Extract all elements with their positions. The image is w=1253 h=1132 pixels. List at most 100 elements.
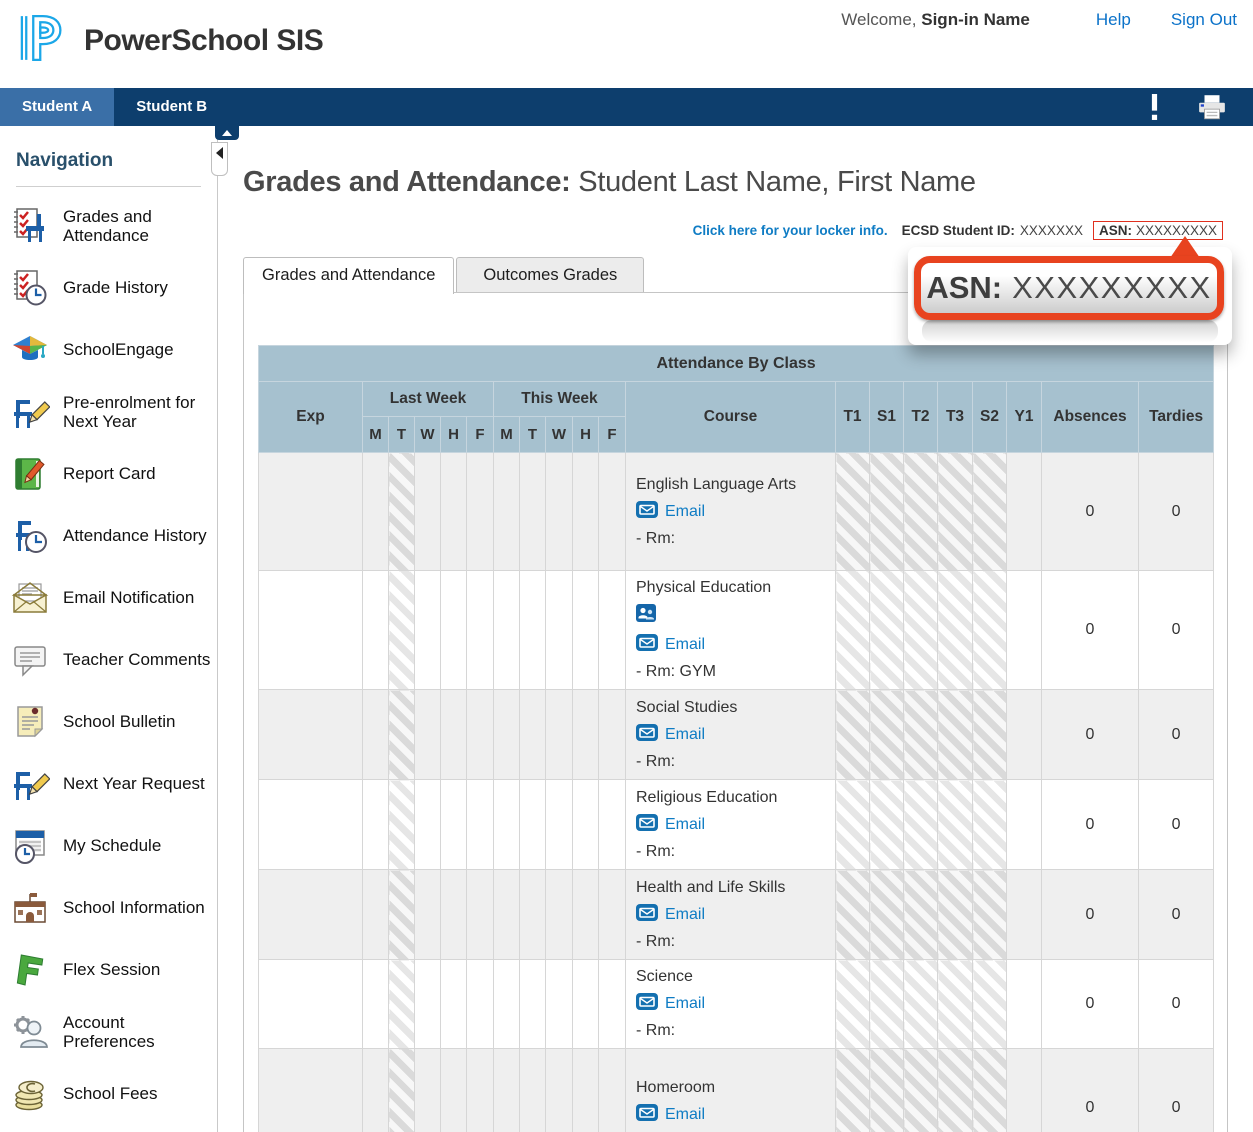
table-row: Homeroom Email - Rm: 0 0 xyxy=(259,1049,1214,1132)
day-cell xyxy=(441,960,467,1049)
sidebar-item-attendance-history[interactable]: Attendance History xyxy=(0,505,217,567)
print-icon[interactable] xyxy=(1197,94,1227,120)
day-cell xyxy=(363,780,389,870)
day-cell xyxy=(389,780,415,870)
sidebar-item-report-card[interactable]: Report Card xyxy=(0,443,217,505)
grade-history-icon xyxy=(10,268,50,308)
absences-value: 0 xyxy=(1042,1049,1139,1132)
sidebar-item-account-preferences[interactable]: Account Preferences xyxy=(0,1001,217,1063)
class-group-icon[interactable] xyxy=(636,604,825,627)
term-cell xyxy=(870,571,904,690)
tardies-value: 0 xyxy=(1139,453,1214,571)
email-teacher-link[interactable]: Email xyxy=(665,995,705,1013)
col-header-t2: T2 xyxy=(904,382,938,453)
room-label: - Rm: xyxy=(636,843,825,861)
day-header: W xyxy=(546,417,573,453)
left-triangle-icon xyxy=(216,147,223,159)
term-cell xyxy=(1007,1049,1042,1132)
student-tabs: Student A Student B xyxy=(0,88,1253,126)
signed-in-user-name: Sign-in Name xyxy=(921,10,1030,29)
day-cell xyxy=(546,960,573,1049)
day-header: M xyxy=(494,417,520,453)
day-cell xyxy=(494,1049,520,1132)
term-cell xyxy=(938,870,973,960)
day-cell xyxy=(599,780,626,870)
term-cell xyxy=(938,690,973,780)
term-cell xyxy=(904,960,938,1049)
collapse-up-arrow-tab[interactable] xyxy=(215,126,239,140)
term-cell xyxy=(1007,453,1042,571)
day-cell xyxy=(546,571,573,690)
email-icon xyxy=(636,1104,658,1126)
day-cell xyxy=(573,960,599,1049)
room-label: - Rm: xyxy=(636,1022,825,1040)
sidebar-item-my-schedule[interactable]: My Schedule xyxy=(0,815,217,877)
email-teacher-link[interactable]: Email xyxy=(665,636,705,654)
navigation-divider xyxy=(16,186,201,187)
col-header-y1: Y1 xyxy=(1007,382,1042,453)
sidebar-item-label: Email Notification xyxy=(63,588,194,607)
email-teacher-link[interactable]: Email xyxy=(665,1106,705,1124)
term-cell xyxy=(938,453,973,571)
day-cell xyxy=(573,870,599,960)
day-cell xyxy=(467,1049,494,1132)
day-cell xyxy=(415,571,441,690)
col-header-t3: T3 xyxy=(938,382,973,453)
table-row: Religious Education Email - Rm: 0 0 xyxy=(259,780,1214,870)
email-teacher-link[interactable]: Email xyxy=(665,816,705,834)
day-cell xyxy=(389,960,415,1049)
sidebar-item-grades-and-attendance[interactable]: Grades and Attendance xyxy=(0,195,217,257)
sidebar-item-school-bulletin[interactable]: School Bulletin xyxy=(0,691,217,753)
sidebar-collapse-handle[interactable] xyxy=(211,142,228,176)
email-teacher-link[interactable]: Email xyxy=(665,906,705,924)
teacher-comments-icon xyxy=(10,640,50,680)
tardies-value: 0 xyxy=(1139,571,1214,690)
tab-outcomes-grades[interactable]: Outcomes Grades xyxy=(456,257,644,292)
student-tab-a[interactable]: Student A xyxy=(0,88,114,126)
col-header-exp: Exp xyxy=(259,382,363,453)
day-cell xyxy=(441,780,467,870)
sidebar-item-grade-history[interactable]: Grade History xyxy=(0,257,217,319)
email-teacher-link[interactable]: Email xyxy=(665,503,705,521)
email-icon xyxy=(636,904,658,926)
col-header-tardies: Tardies xyxy=(1139,382,1214,453)
sidebar-item-email-notification[interactable]: Email Notification xyxy=(0,567,217,629)
sidebar-item-pre-enrolment[interactable]: Pre-enrolment for Next Year xyxy=(0,381,217,443)
grades-attendance-icon xyxy=(10,206,50,246)
locker-info-link[interactable]: Click here for your locker info. xyxy=(693,223,888,238)
day-cell xyxy=(494,960,520,1049)
sidebar-item-school-fees[interactable]: School Fees xyxy=(0,1063,217,1125)
sidebar-item-label: School Fees xyxy=(63,1084,158,1103)
sidebar-item-flex-session[interactable]: Flex Session xyxy=(0,939,217,1001)
term-cell xyxy=(870,1049,904,1132)
email-teacher-link[interactable]: Email xyxy=(665,726,705,744)
sidebar-item-teacher-comments[interactable]: Teacher Comments xyxy=(0,629,217,691)
sign-out-link[interactable]: Sign Out xyxy=(1171,10,1237,30)
table-row: English Language Arts Email - Rm: 0 0 xyxy=(259,453,1214,571)
day-header: H xyxy=(441,417,467,453)
student-bar: Student A Student B xyxy=(0,88,1253,126)
tardies-value: 0 xyxy=(1139,1049,1214,1132)
day-header: T xyxy=(389,417,415,453)
day-cell xyxy=(441,1049,467,1132)
course-name: Social Studies xyxy=(636,699,825,717)
day-cell xyxy=(520,571,546,690)
powerschool-p-icon xyxy=(14,10,70,71)
day-cell xyxy=(389,690,415,780)
student-tab-b[interactable]: Student B xyxy=(114,88,229,126)
col-header-last-week: Last Week xyxy=(363,382,494,417)
course-cell: Science Email - Rm: xyxy=(626,960,836,1049)
help-link[interactable]: Help xyxy=(1096,10,1131,30)
day-cell xyxy=(573,780,599,870)
sidebar-item-schoolengage[interactable]: SchoolEngage xyxy=(0,319,217,381)
tab-grades-and-attendance[interactable]: Grades and Attendance xyxy=(243,257,454,294)
day-cell xyxy=(546,690,573,780)
sidebar-item-next-year-request[interactable]: Next Year Request xyxy=(0,753,217,815)
term-cell xyxy=(836,780,870,870)
alert-exclamation-icon[interactable] xyxy=(1150,94,1159,121)
term-cell xyxy=(1007,780,1042,870)
room-label: - Rm: GYM xyxy=(636,663,825,681)
sidebar-item-school-information[interactable]: School Information xyxy=(0,877,217,939)
course-name: Health and Life Skills xyxy=(636,879,825,897)
sidebar-item-label: Teacher Comments xyxy=(63,650,210,669)
